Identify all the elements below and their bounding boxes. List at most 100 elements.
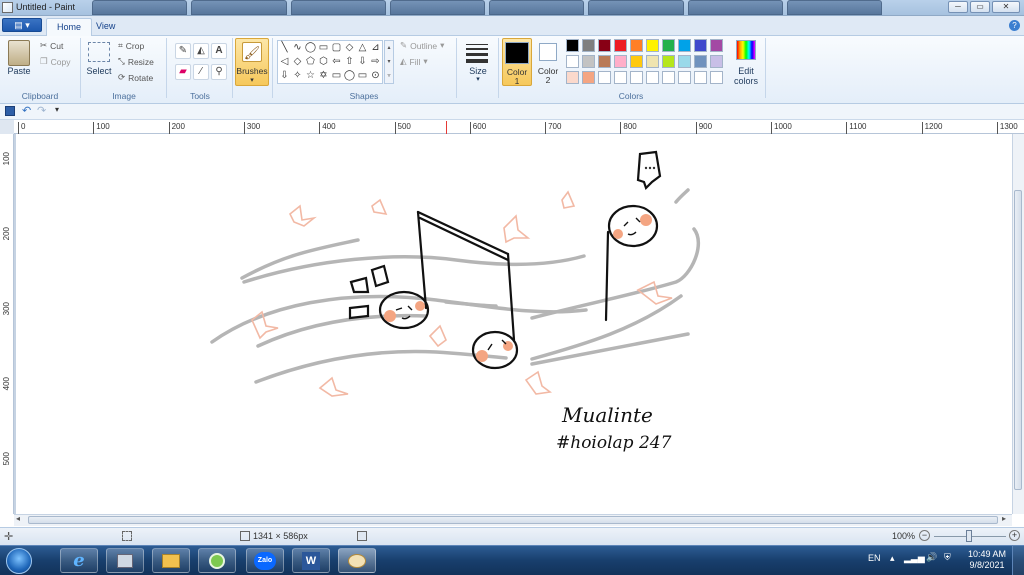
paint-taskbar-icon[interactable]	[338, 548, 376, 573]
palette-swatch[interactable]	[678, 71, 691, 84]
palette-swatch[interactable]	[582, 71, 595, 84]
palette-swatch[interactable]	[678, 55, 691, 68]
edit-colors-icon[interactable]	[736, 40, 756, 60]
shape-option[interactable]: ⬡	[317, 55, 330, 69]
text-icon[interactable]: A	[211, 43, 227, 59]
shape-option[interactable]: ✡	[317, 69, 330, 83]
scroll-right-icon[interactable]: ▸	[1002, 514, 1006, 523]
palette-swatch[interactable]	[646, 55, 659, 68]
shape-option[interactable]: ⊙	[369, 69, 382, 83]
palette-swatch[interactable]	[646, 39, 659, 52]
palette-swatch[interactable]	[694, 39, 707, 52]
undo-icon[interactable]: ↶	[22, 104, 31, 117]
shape-option[interactable]: ▭	[317, 41, 330, 55]
zoom-out-icon[interactable]: −	[919, 530, 930, 541]
shape-option[interactable]: ⇦	[330, 55, 343, 69]
cut-button[interactable]: ✂ Cut	[40, 40, 63, 51]
shape-option[interactable]: ◇	[343, 41, 356, 55]
select-icon[interactable]	[88, 42, 110, 62]
select-button[interactable]: Select	[84, 66, 114, 76]
scroll-left-icon[interactable]: ◂	[16, 514, 20, 523]
palette-swatch[interactable]	[582, 39, 595, 52]
start-button[interactable]	[6, 548, 32, 574]
rotate-button[interactable]: ⟳ Rotate	[118, 72, 153, 83]
shape-option[interactable]: △	[356, 41, 369, 55]
eraser-icon[interactable]: ▰	[175, 64, 191, 80]
zalo-icon[interactable]: Zalo	[246, 548, 284, 573]
tray-expand-icon[interactable]: ▴	[890, 553, 895, 564]
horizontal-scroll-thumb[interactable]	[28, 516, 998, 524]
color1-button[interactable]: Color 1	[502, 38, 532, 86]
help-icon[interactable]: ?	[1009, 20, 1020, 31]
close-button[interactable]: ✕	[992, 1, 1020, 13]
palette-swatch[interactable]	[566, 39, 579, 52]
paste-icon[interactable]	[8, 40, 30, 66]
word-icon[interactable]: W	[292, 548, 330, 573]
shape-option[interactable]: ⊿	[369, 41, 382, 55]
shape-option[interactable]: ⇩	[278, 69, 291, 83]
magnifier-icon[interactable]: ⚲	[211, 64, 227, 80]
shape-option[interactable]: ⇩	[356, 55, 369, 69]
drawing-canvas[interactable]: Mualinte #hoiolap 247	[16, 134, 1012, 514]
palette-swatch[interactable]	[630, 71, 643, 84]
paint-app-icon[interactable]	[2, 2, 13, 13]
palette-swatch[interactable]	[662, 55, 675, 68]
shape-option[interactable]: ▭	[330, 69, 343, 83]
ie-icon[interactable]: e	[60, 548, 98, 573]
palette-swatch[interactable]	[662, 71, 675, 84]
palette-swatch[interactable]	[694, 55, 707, 68]
vertical-scroll-thumb[interactable]	[1014, 190, 1022, 490]
shape-option[interactable]: ⬠	[304, 55, 317, 69]
shape-option[interactable]: ✧	[291, 69, 304, 83]
clock[interactable]: 10:49 AM 9/8/2021	[966, 549, 1008, 571]
shapes-scroll[interactable]: ▴ ▾ ▿	[384, 40, 394, 84]
palette-swatch[interactable]	[646, 71, 659, 84]
palette-swatch[interactable]	[710, 39, 723, 52]
shapes-gallery[interactable]: ╲ ∿ ◯ ▭ ▢ ◇ △ ⊿ ◁ ◇ ⬠ ⬡ ⇦ ⇧ ⇩ ⇨ ⇩ ✧ ☆ ✡ ▭ ◯ ▭ ⊙	[277, 40, 383, 84]
shape-option[interactable]: ▢	[330, 41, 343, 55]
copy-button[interactable]: ❐ Copy	[40, 56, 70, 67]
zoom-in-icon[interactable]: +	[1009, 530, 1020, 541]
color-picker-icon[interactable]: ⁄	[193, 64, 209, 80]
shape-option[interactable]: ⇧	[343, 55, 356, 69]
brushes-button[interactable]: 🖌 Brushes ▾	[235, 38, 269, 86]
tab-view[interactable]: View	[86, 18, 125, 36]
antivirus-icon[interactable]: ⛨	[944, 552, 951, 563]
save-icon[interactable]	[5, 106, 15, 116]
volume-icon[interactable]: 🔊	[926, 552, 937, 563]
shape-option[interactable]: ▭	[356, 69, 369, 83]
zoom-slider-thumb[interactable]	[966, 530, 972, 542]
palette-swatch[interactable]	[614, 39, 627, 52]
shape-option[interactable]: ╲	[278, 41, 291, 55]
signal-icon[interactable]: ▂▃▅	[904, 553, 925, 564]
palette-swatch[interactable]	[598, 71, 611, 84]
redo-icon[interactable]: ↷	[37, 104, 46, 117]
palette-swatch[interactable]	[678, 39, 691, 52]
palette-swatch[interactable]	[710, 71, 723, 84]
shape-option[interactable]: ∿	[291, 41, 304, 55]
resize-button[interactable]: ⤡ Resize	[118, 56, 154, 67]
shape-option[interactable]: ◯	[304, 41, 317, 55]
crop-button[interactable]: ⌗ Crop	[118, 40, 144, 51]
minimize-button[interactable]: ─	[948, 1, 968, 13]
show-desktop-button[interactable]	[1012, 546, 1024, 575]
fill-button[interactable]: ◭ Fill ▾	[400, 56, 428, 67]
shape-option[interactable]: ◇	[291, 55, 304, 69]
outline-button[interactable]: ✎ Outline ▾	[400, 40, 444, 51]
fill-icon[interactable]: ◭	[193, 43, 209, 59]
file-explorer-icon[interactable]	[152, 548, 190, 573]
palette-swatch[interactable]	[566, 71, 579, 84]
network-app-icon[interactable]	[106, 548, 144, 573]
palette-swatch[interactable]	[614, 55, 627, 68]
customize-qat-icon[interactable]: ▾	[55, 105, 59, 114]
shape-option[interactable]: ☆	[304, 69, 317, 83]
language-indicator[interactable]: EN	[868, 553, 881, 563]
paste-button[interactable]: Paste	[4, 66, 34, 76]
browser-icon[interactable]	[198, 548, 236, 573]
palette-swatch[interactable]	[630, 55, 643, 68]
shape-option[interactable]: ⇨	[369, 55, 382, 69]
palette-swatch[interactable]	[598, 39, 611, 52]
shape-option[interactable]: ◁	[278, 55, 291, 69]
shape-option[interactable]: ◯	[343, 69, 356, 83]
palette-swatch[interactable]	[582, 55, 595, 68]
